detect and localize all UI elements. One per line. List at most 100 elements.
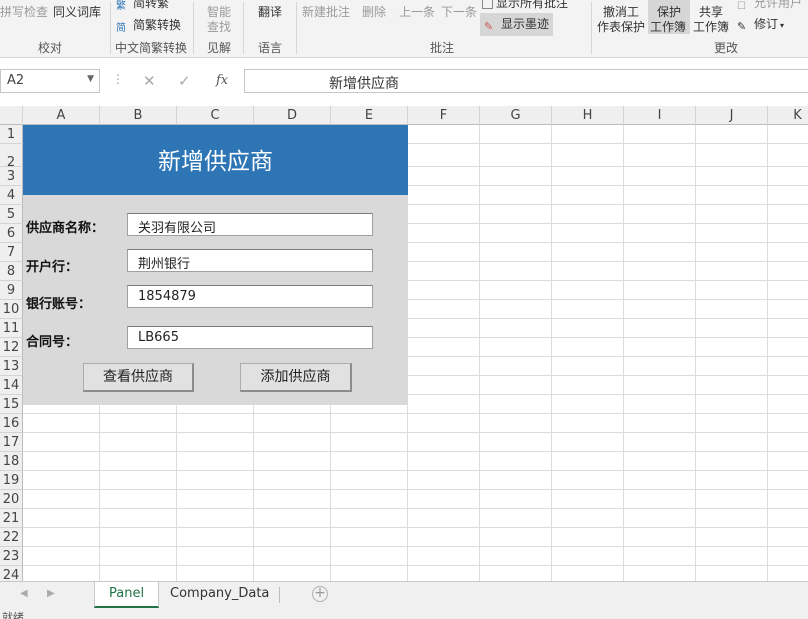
- gridline-horizontal: [23, 470, 808, 471]
- add-supplier-button[interactable]: 添加供应商: [240, 363, 352, 392]
- column-header[interactable]: I: [624, 106, 696, 125]
- row-header[interactable]: 6: [0, 224, 23, 243]
- gridline-horizontal: [23, 527, 808, 528]
- enter-icon[interactable]: ✓: [178, 72, 191, 90]
- spreadsheet-grid[interactable]: ABCDEFGHIJK 1 2 3 4 5 6 7 8 9 10 11 12 13 14 15 16 17 18 1…: [0, 106, 808, 581]
- chevron-down-icon: ▾: [780, 21, 785, 30]
- new-comment-button[interactable]: 新建批注: [302, 3, 350, 20]
- contract-field[interactable]: LB665: [127, 326, 373, 349]
- gridline-horizontal: [23, 546, 808, 547]
- column-header[interactable]: C: [177, 106, 254, 125]
- pen-icon: ✎: [484, 20, 494, 33]
- panel-title[interactable]: 新增供应商: [23, 125, 408, 195]
- group-proofing-label: 校对: [38, 41, 63, 55]
- gridline-vertical: [695, 125, 696, 581]
- share-workbook-button-line2[interactable]: 工作簿: [693, 18, 729, 35]
- row-header[interactable]: 13: [0, 357, 23, 376]
- row-header[interactable]: 12: [0, 338, 23, 357]
- column-header[interactable]: D: [254, 106, 331, 125]
- column-header[interactable]: E: [331, 106, 408, 125]
- show-all-comments-button[interactable]: 显示所有批注: [482, 0, 568, 11]
- protect-workbook-button-line2[interactable]: 工作簿: [650, 18, 686, 35]
- select-all-corner[interactable]: [0, 106, 23, 125]
- account-label: 银行账号：: [26, 297, 92, 312]
- row-header[interactable]: 9: [0, 281, 23, 300]
- row-header[interactable]: 20: [0, 490, 23, 509]
- column-header[interactable]: H: [552, 106, 624, 125]
- more-options-icon: ⋮: [112, 72, 124, 86]
- column-header[interactable]: A: [23, 106, 100, 125]
- allow-users-edit-button[interactable]: ☐ 允许用户: [737, 0, 802, 15]
- gridline-vertical: [767, 125, 768, 581]
- row-header[interactable]: 21: [0, 509, 23, 528]
- row-header[interactable]: 5: [0, 205, 23, 224]
- row-header[interactable]: 22: [0, 528, 23, 547]
- previous-comment-button[interactable]: 上一条: [399, 3, 435, 20]
- show-ink-button[interactable]: ✎ 显示墨迹: [480, 13, 554, 36]
- group-changes-label: 更改: [714, 41, 739, 55]
- spellcheck-button[interactable]: 拼写检查: [0, 3, 48, 20]
- cancel-icon[interactable]: ✕: [143, 72, 156, 90]
- track-changes-button[interactable]: ✎ 修订 ▾: [737, 15, 784, 34]
- row-header[interactable]: 19: [0, 471, 23, 490]
- sheet-tab-company-data[interactable]: Company_Data: [156, 582, 283, 608]
- add-sheet-icon[interactable]: +: [312, 586, 328, 602]
- convert-icon: 简: [116, 23, 126, 34]
- scroll-left-icon[interactable]: ◀: [20, 588, 28, 599]
- unprotect-sheet-button-line2[interactable]: 作表保护: [597, 18, 645, 35]
- ribbon-divider: [243, 2, 244, 54]
- row-header[interactable]: 7: [0, 243, 23, 262]
- ribbon-divider: [193, 2, 194, 54]
- smart-lookup-button-line2[interactable]: 查找: [207, 18, 231, 35]
- next-comment-button[interactable]: 下一条: [441, 3, 477, 20]
- row-header[interactable]: 18: [0, 452, 23, 471]
- ribbon-divider: [591, 2, 592, 54]
- ribbon: 拼写检查 同义词库 校对 繁简转繁 简简繁转换 中文简繁转换 智能 查找 见解 …: [0, 0, 808, 58]
- column-header[interactable]: B: [100, 106, 177, 125]
- group-chinese-conversion-label: 中文简繁转换: [115, 41, 188, 55]
- column-header[interactable]: F: [408, 106, 480, 125]
- name-box[interactable]: A2 ▼: [0, 69, 100, 93]
- convert-icon: 繁: [116, 1, 126, 12]
- formula-input[interactable]: 新增供应商: [244, 69, 808, 93]
- sheet-tab-panel[interactable]: Panel: [94, 582, 160, 608]
- row-header[interactable]: 24: [0, 566, 23, 581]
- row-header[interactable]: 14: [0, 376, 23, 395]
- ribbon-divider: [296, 2, 297, 54]
- row-header[interactable]: 4: [0, 186, 23, 205]
- row-header[interactable]: 23: [0, 547, 23, 566]
- column-header[interactable]: J: [696, 106, 768, 125]
- group-language-label: 语言: [258, 41, 283, 55]
- column-header[interactable]: G: [480, 106, 552, 125]
- gridline-horizontal: [23, 565, 808, 566]
- thesaurus-button[interactable]: 同义词库: [53, 3, 101, 20]
- contract-label: 合同号：: [26, 335, 79, 350]
- chevron-down-icon: ▼: [87, 74, 94, 84]
- delete-comment-button[interactable]: 删除: [362, 3, 386, 20]
- supplier-name-field[interactable]: 关羽有限公司: [127, 213, 373, 236]
- simp-to-trad-button[interactable]: 繁简转繁: [116, 0, 169, 12]
- row-header[interactable]: 8: [0, 262, 23, 281]
- row-header[interactable]: 15: [0, 395, 23, 414]
- row-header[interactable]: 2: [0, 144, 23, 170]
- account-field[interactable]: 1854879: [127, 285, 373, 308]
- status-bar: 就绪: [0, 608, 808, 619]
- gridline-vertical: [623, 125, 624, 581]
- status-ready-text: 就绪: [2, 611, 24, 619]
- row-header[interactable]: 17: [0, 433, 23, 452]
- convert-trad-simp-button[interactable]: 简简繁转换: [116, 16, 181, 34]
- gridline-horizontal: [23, 413, 808, 414]
- gridline-vertical: [551, 125, 552, 581]
- row-header[interactable]: 3: [0, 167, 23, 186]
- scroll-right-icon[interactable]: ▶: [47, 588, 55, 599]
- row-header[interactable]: 16: [0, 414, 23, 433]
- row-header[interactable]: 10: [0, 300, 23, 319]
- insert-function-icon[interactable]: fx: [216, 73, 228, 88]
- users-icon: ☐: [737, 1, 746, 12]
- column-header[interactable]: K: [768, 106, 808, 125]
- bank-field[interactable]: 荆州银行: [127, 249, 373, 272]
- row-header[interactable]: 1: [0, 125, 23, 144]
- translate-button[interactable]: 翻译: [258, 3, 282, 20]
- view-supplier-button[interactable]: 查看供应商: [83, 363, 194, 392]
- row-header[interactable]: 11: [0, 319, 23, 338]
